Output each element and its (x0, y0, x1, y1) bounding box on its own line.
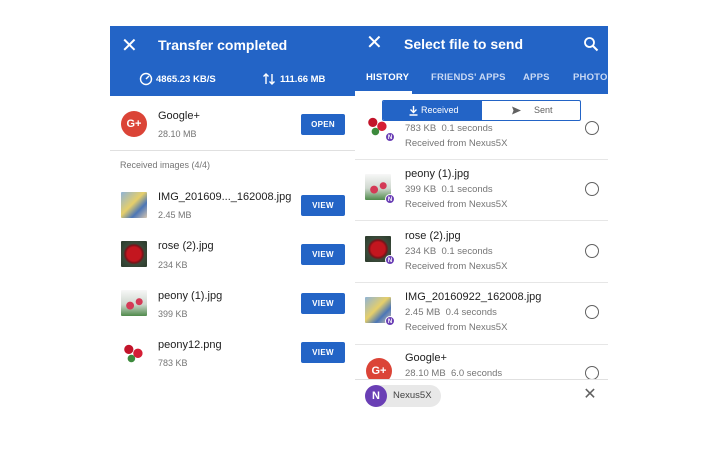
selected-device-bar: N Nexus5X ✕ (355, 379, 608, 409)
file-meta: 234 KB 0.1 seconds (405, 246, 493, 257)
image-thumbnail (121, 192, 147, 218)
file-name: peony (1).jpg (158, 290, 223, 302)
file-meta: 399 KB 0.1 seconds (405, 184, 493, 195)
file-size: 2.45 MB (405, 307, 441, 318)
file-name: rose (2).jpg (158, 240, 214, 252)
speedometer-icon (139, 72, 153, 86)
file-size: 783 KB (158, 358, 188, 368)
received-from: Received from Nexus5X (405, 261, 508, 272)
section-header: Received images (4/4) (120, 160, 211, 170)
tab-indicator (355, 91, 412, 94)
received-from: Received from Nexus5X (405, 322, 508, 333)
open-button[interactable]: OPEN (301, 114, 345, 135)
divider (355, 220, 608, 221)
transfer-completed-screen: ✕ Transfer completed 4865.23 KB/S 111.66… (110, 26, 355, 391)
radio-icon[interactable] (585, 182, 599, 196)
device-badge: N (385, 316, 395, 326)
view-button[interactable]: VIEW (301, 195, 345, 216)
transfer-time: 6.0 seconds (450, 368, 503, 379)
file-name: peony12.png (158, 339, 222, 351)
file-meta: 783 KB 0.1 seconds (405, 123, 493, 134)
right-app-bar: ✕ Select file to send HISTORY FRIENDS' A… (355, 26, 608, 94)
send-icon (512, 106, 521, 115)
close-icon[interactable]: ✕ (121, 35, 138, 57)
transfer-total-size: 111.66 MB (280, 74, 326, 85)
view-button[interactable]: VIEW (301, 342, 345, 363)
image-thumbnail (121, 339, 147, 365)
radio-icon[interactable] (585, 121, 599, 135)
file-meta: 2.45 MB 0.4 seconds (405, 307, 497, 318)
received-sent-toggle: Received Sent (382, 100, 581, 121)
file-size: 234 KB (158, 260, 188, 270)
download-icon (409, 106, 418, 116)
transfer-arrows-icon (263, 73, 275, 85)
app-size: 28.10 MB (158, 129, 197, 139)
device-badge: N (385, 255, 395, 265)
divider (355, 159, 608, 160)
transfer-speed: 4865.23 KB/S (156, 74, 216, 85)
received-from: Received from Nexus5X (405, 199, 508, 210)
left-app-bar: ✕ Transfer completed 4865.23 KB/S 111.66… (110, 26, 355, 96)
divider (110, 150, 355, 151)
file-name: IMG_201609..._162008.jpg (158, 191, 292, 203)
tab-friends-apps[interactable]: FRIENDS' APPS (431, 72, 506, 83)
page-title: Transfer completed (158, 37, 288, 53)
image-thumbnail (121, 241, 147, 267)
received-from: Received from Nexus5X (405, 138, 508, 149)
select-file-screen: ✕ Select file to send HISTORY FRIENDS' A… (355, 26, 608, 409)
tab-apps[interactable]: APPS (523, 72, 550, 83)
tab-history[interactable]: HISTORY (366, 72, 409, 83)
sent-segment[interactable]: Sent (482, 101, 580, 120)
radio-icon[interactable] (585, 366, 599, 380)
tab-photos[interactable]: PHOTOS (573, 72, 608, 83)
sent-label: Sent (534, 105, 553, 115)
file-size: 399 KB (405, 184, 437, 195)
device-avatar: N (365, 385, 387, 407)
device-chip[interactable]: N Nexus5X (365, 385, 441, 407)
search-icon[interactable] (583, 36, 599, 52)
transfer-time: 0.1 seconds (441, 123, 493, 134)
transfer-time: 0.1 seconds (441, 184, 493, 195)
file-size: 783 KB (405, 123, 437, 134)
device-name: Nexus5X (393, 390, 432, 401)
file-size: 234 KB (405, 246, 437, 257)
file-name: IMG_20160922_162008.jpg (405, 291, 542, 303)
device-badge: N (385, 194, 395, 204)
file-size: 399 KB (158, 309, 188, 319)
transfer-stats: 4865.23 KB/S 111.66 MB (110, 72, 355, 90)
received-label: Received (421, 105, 459, 115)
file-meta: 28.10 MB 6.0 seconds (405, 368, 502, 379)
app-name: Google+ (158, 110, 200, 122)
view-button[interactable]: VIEW (301, 244, 345, 265)
received-segment[interactable]: Received (383, 101, 482, 120)
file-size: 28.10 MB (405, 368, 446, 379)
transfer-time: 0.1 seconds (441, 246, 493, 257)
radio-icon[interactable] (585, 244, 599, 258)
divider (355, 282, 608, 283)
file-size: 2.45 MB (158, 210, 192, 220)
file-name: peony (1).jpg (405, 168, 470, 180)
close-icon[interactable]: ✕ (366, 32, 383, 54)
radio-icon[interactable] (585, 305, 599, 319)
transfer-time: 0.4 seconds (445, 307, 497, 318)
divider (355, 344, 608, 345)
view-button[interactable]: VIEW (301, 293, 345, 314)
close-icon[interactable]: ✕ (582, 386, 598, 404)
image-thumbnail (121, 290, 147, 316)
google-plus-icon: G+ (121, 111, 147, 137)
device-badge: N (385, 132, 395, 142)
file-name: rose (2).jpg (405, 230, 461, 242)
page-title: Select file to send (404, 36, 524, 52)
file-name: Google+ (405, 352, 447, 364)
